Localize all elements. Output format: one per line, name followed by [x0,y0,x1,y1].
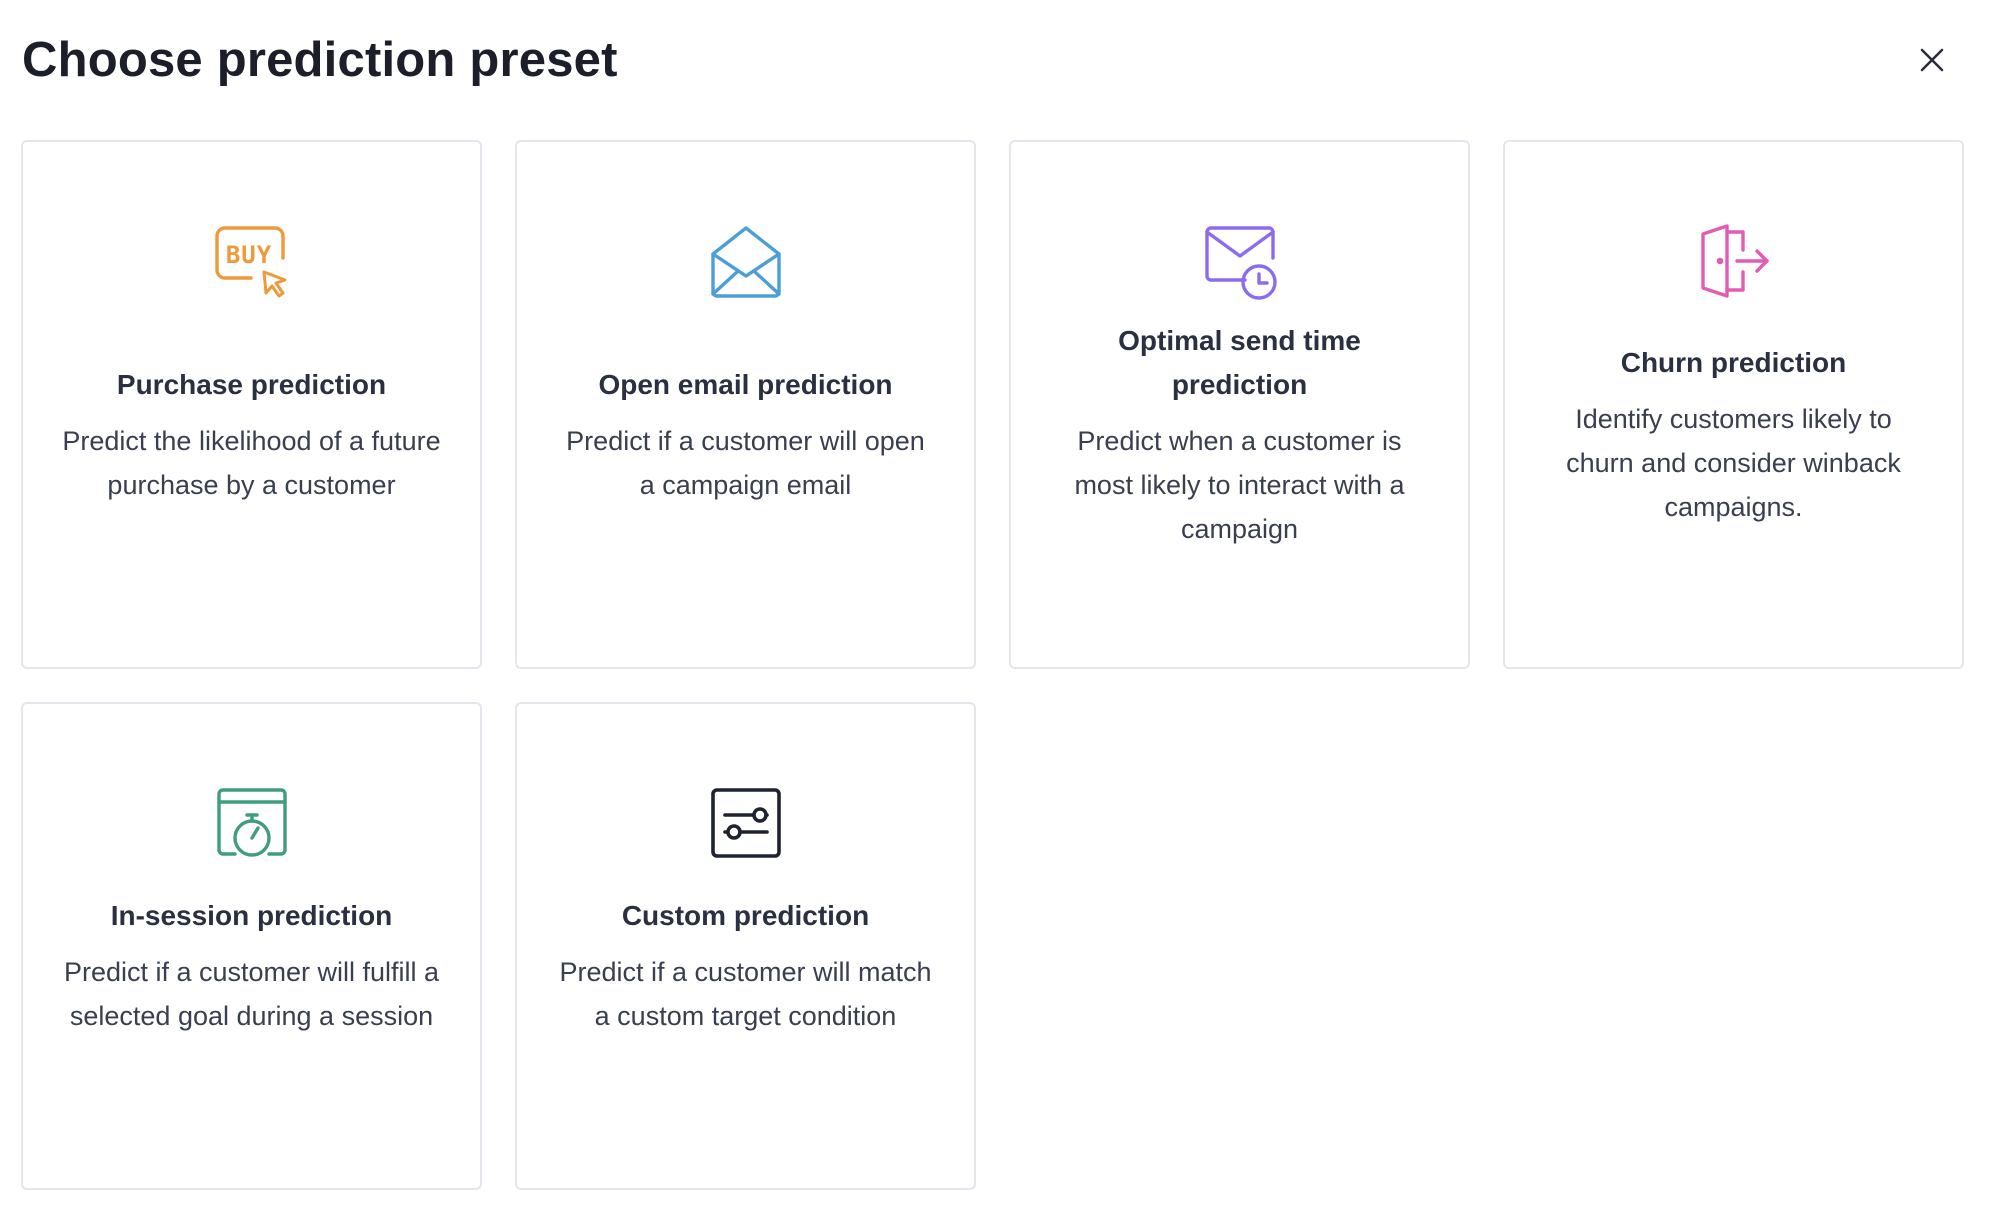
preset-card-open-email[interactable]: Open email prediction Predict if a custo… [515,140,976,669]
close-icon [1920,48,1944,72]
preset-description: Predict if a customer will open a campai… [566,425,925,500]
close-button[interactable] [1912,40,1952,80]
preset-title: Churn prediction [1620,346,1847,378]
preset-description: Predict when a customer is most likely t… [1074,425,1405,544]
dialog-header: Choose prediction preset [0,0,1992,120]
preset-card-custom[interactable]: Custom prediction Predict if a customer … [515,702,976,1190]
preset-card-optimal-send-time[interactable]: Optimal send time prediction Predict whe… [1009,140,1470,669]
preset-description: Identify customers likely to churn and c… [1566,403,1901,522]
preset-title: Optimal send time prediction [1118,324,1361,400]
preset-card-text: Optimal send time prediction Predict whe… [1031,262,1448,607]
preset-card-in-session[interactable]: In-session prediction Predict if a custo… [21,702,482,1190]
preset-card-purchase[interactable]: BUY Purchase prediction Predict the like… [21,140,482,669]
sliders-icon [705,782,787,864]
dialog-title: Choose prediction preset [22,33,618,87]
preset-description: Predict if a customer will fulfill a sel… [63,957,440,1031]
preset-title: Purchase prediction [116,368,387,400]
preset-card-text: Custom prediction Predict if a customer … [537,894,954,1148]
browser-stopwatch-icon [211,782,293,864]
preset-title: Open email prediction [598,368,893,400]
preset-card-text: Purchase prediction Predict the likeliho… [43,262,460,607]
preset-description: Predict the likelihood of a future purch… [62,425,441,500]
preset-description: Predict if a customer will match a custo… [559,957,932,1031]
preset-title: In-session prediction [110,900,393,931]
preset-card-text: Churn prediction Identify customers like… [1525,262,1942,607]
preset-card-churn[interactable]: Churn prediction Identify customers like… [1503,140,1964,669]
preset-card-text: In-session prediction Predict if a custo… [43,894,460,1148]
preset-title: Custom prediction [621,900,870,931]
preset-card-text: Open email prediction Predict if a custo… [537,262,954,607]
